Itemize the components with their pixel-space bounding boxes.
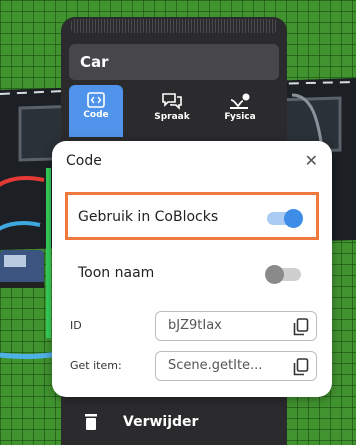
gizmo-axis-green xyxy=(46,168,51,338)
popup-title: Code xyxy=(66,153,102,169)
code-icon xyxy=(87,92,105,108)
tab-fysica-label: Fysica xyxy=(224,112,256,122)
tab-spraak[interactable]: Spraak xyxy=(145,85,199,137)
show-name-toggle[interactable] xyxy=(265,265,301,284)
trash-icon xyxy=(85,414,97,430)
toggle-knob xyxy=(265,265,284,284)
id-field[interactable]: bJZ9tIax xyxy=(155,311,317,341)
copy-icon[interactable] xyxy=(293,318,309,336)
toggle-knob xyxy=(284,209,303,228)
get-item-value: Scene.getIte... xyxy=(168,358,263,373)
panel-drag-handle[interactable] xyxy=(71,19,277,33)
speech-bubble-icon xyxy=(162,93,182,110)
delete-label: Verwijder xyxy=(123,414,199,430)
tab-code-label: Code xyxy=(83,110,109,120)
use-in-coblocks-label: Gebruik in CoBlocks xyxy=(78,209,219,225)
object-name-field[interactable]: Car xyxy=(69,44,279,80)
tab-spraak-label: Spraak xyxy=(154,112,190,122)
physics-icon xyxy=(230,93,250,109)
show-name-label: Toon naam xyxy=(78,265,155,281)
delete-button[interactable]: Verwijder xyxy=(61,405,287,439)
code-popup: Code ✕ Gebruik in CoBlocks Toon naam ID … xyxy=(52,141,332,397)
use-in-coblocks-toggle[interactable] xyxy=(267,209,303,228)
get-item-field[interactable]: Scene.getIte... xyxy=(155,351,317,381)
tab-code[interactable]: Code xyxy=(69,85,123,137)
close-icon[interactable]: ✕ xyxy=(305,151,318,170)
van-model xyxy=(0,250,44,288)
get-item-label: Get item: xyxy=(70,359,122,372)
id-value: bJZ9tIax xyxy=(168,318,222,333)
copy-icon[interactable] xyxy=(293,358,309,376)
tab-fysica[interactable]: Fysica xyxy=(213,85,267,137)
id-label: ID xyxy=(70,319,82,332)
